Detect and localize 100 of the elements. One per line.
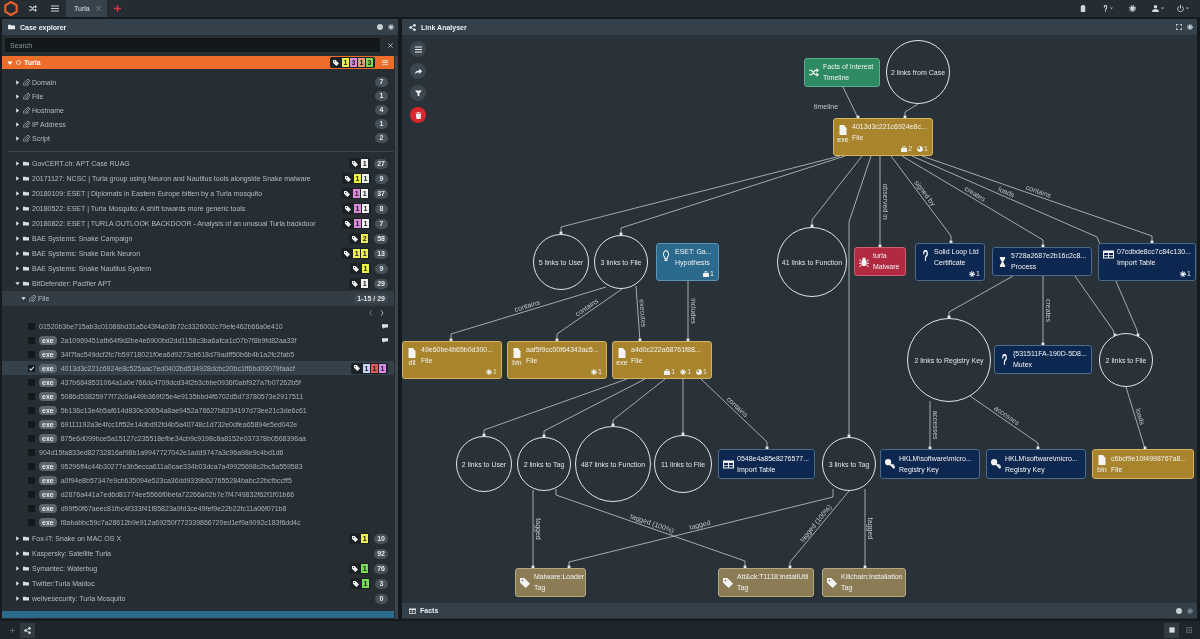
gear-icon	[1180, 271, 1187, 277]
gear-icon	[969, 271, 976, 277]
caret-icon[interactable]	[15, 281, 20, 286]
hexagon-logo-icon	[4, 1, 18, 16]
redo-icon	[414, 67, 422, 75]
lightbulb-icon	[662, 250, 670, 261]
caret-icon[interactable]	[1160, 7, 1164, 10]
folder-icon	[23, 176, 29, 181]
share-tab[interactable]	[20, 622, 35, 638]
list-button[interactable]	[410, 41, 426, 57]
power-icon[interactable]	[1176, 5, 1184, 12]
caret-icon[interactable]	[21, 296, 26, 301]
caret-icon[interactable]	[15, 221, 20, 226]
gear-icon	[680, 369, 687, 375]
table-icon	[1102, 250, 1114, 259]
tag-icon	[352, 535, 359, 542]
file-icon	[513, 348, 521, 358]
shuffle-icon	[809, 68, 819, 77]
hourglass-icon	[998, 256, 1006, 267]
circle-icon[interactable]	[377, 24, 383, 30]
file-icon	[839, 125, 847, 135]
list-icon	[414, 45, 422, 53]
comment-icon[interactable]	[382, 337, 388, 343]
gear-icon	[486, 369, 493, 375]
filter-button[interactable]	[410, 85, 426, 101]
list-icon[interactable]	[51, 5, 59, 12]
checkbox[interactable]	[28, 364, 35, 372]
briefcase-icon	[664, 369, 671, 375]
user-icon[interactable]	[1151, 5, 1159, 12]
folder-icon	[23, 251, 29, 256]
tag-icon	[344, 190, 351, 197]
folder-icon	[23, 236, 29, 241]
next-icon[interactable]	[380, 309, 384, 316]
share-icon	[409, 23, 416, 31]
caret-icon[interactable]	[15, 566, 20, 571]
connector-line	[903, 103, 919, 119]
globe-icon	[696, 369, 703, 375]
close-icon[interactable]	[95, 6, 101, 11]
caret-icon[interactable]	[1109, 7, 1113, 10]
briefcase-icon	[703, 271, 710, 277]
folder-icon	[23, 536, 29, 541]
caret-icon[interactable]	[15, 266, 20, 271]
tag-icon	[345, 220, 351, 227]
file-icon	[618, 348, 626, 358]
tag-icon	[333, 59, 339, 66]
tag-icon	[827, 577, 837, 588]
caret-icon[interactable]	[15, 161, 20, 166]
folder-icon	[23, 221, 29, 226]
caret-icon[interactable]	[15, 536, 20, 541]
connector-line	[700, 378, 769, 450]
connector-line	[969, 395, 1040, 450]
tag-icon	[345, 205, 351, 212]
caret-icon[interactable]	[15, 121, 20, 127]
previous-icon[interactable]	[369, 309, 373, 316]
caret-icon[interactable]	[15, 191, 20, 196]
share-icon[interactable]	[24, 626, 31, 634]
expand-icon[interactable]	[1176, 24, 1182, 30]
plus-icon[interactable]	[114, 5, 122, 12]
comment-icon[interactable]	[382, 323, 388, 329]
tag-icon	[354, 365, 360, 371]
grid-icon[interactable]	[1185, 627, 1192, 633]
ring-icon	[16, 60, 21, 65]
caret-icon[interactable]	[15, 107, 20, 113]
gear-icon[interactable]	[1187, 24, 1193, 30]
plus-icon[interactable]	[10, 627, 15, 633]
folder-icon	[23, 281, 29, 286]
caret-icon[interactable]	[15, 93, 20, 99]
trash-icon	[414, 111, 422, 119]
tag-icon	[345, 175, 351, 182]
tag-icon	[353, 265, 359, 272]
gear-icon[interactable]	[388, 24, 394, 30]
shuffle-icon[interactable]	[29, 5, 37, 12]
caret-icon[interactable]	[15, 551, 20, 556]
caret-icon[interactable]	[15, 581, 20, 586]
file-icon	[408, 348, 416, 358]
redo-button[interactable]	[410, 63, 426, 79]
help-icon[interactable]	[1102, 5, 1108, 12]
caret-icon[interactable]	[15, 251, 20, 256]
folder-icon	[8, 24, 15, 30]
caret-icon[interactable]	[15, 206, 20, 211]
folder-icon	[23, 581, 29, 586]
caret-icon[interactable]	[15, 135, 20, 141]
key-icon	[885, 459, 895, 469]
question-icon	[1000, 354, 1008, 365]
clipboard-icon[interactable]	[1079, 5, 1086, 12]
layout-tab[interactable]	[1164, 622, 1179, 638]
file-icon	[1098, 455, 1106, 465]
caret-icon[interactable]	[15, 79, 20, 85]
bug-icon	[859, 256, 869, 267]
caret-icon[interactable]	[15, 596, 20, 601]
caret-icon[interactable]	[15, 176, 20, 181]
tag-icon	[723, 577, 733, 588]
tag-icon	[352, 280, 359, 287]
circle-icon[interactable]	[1176, 607, 1182, 614]
globe-icon	[917, 146, 924, 152]
clear-icon[interactable]	[388, 42, 393, 48]
connector-line	[928, 400, 932, 450]
caret-icon[interactable]	[1185, 7, 1189, 10]
caret-icon[interactable]	[15, 236, 20, 241]
delete-button[interactable]	[410, 107, 426, 123]
